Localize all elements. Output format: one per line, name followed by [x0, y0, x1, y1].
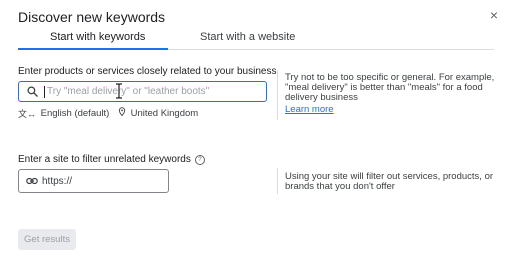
site-input-box[interactable]: [18, 169, 169, 193]
site-label: Enter a site to filter unrelated keyword…: [18, 154, 191, 165]
help-icon[interactable]: ?: [194, 155, 205, 165]
keywords-input[interactable]: [47, 83, 257, 100]
link-icon: [26, 177, 38, 185]
keywords-input-box[interactable]: [18, 81, 267, 102]
dialog-title: Discover new keywords: [18, 9, 166, 25]
location-value[interactable]: United Kingdom: [131, 108, 199, 119]
text-cursor-icon: [116, 83, 122, 99]
language-value[interactable]: English (default): [41, 108, 110, 119]
divider: [277, 168, 278, 194]
divider: [277, 70, 278, 120]
keywords-label: Enter products or services closely relat…: [18, 66, 277, 77]
get-results-button[interactable]: Get results: [18, 229, 76, 250]
tab-bar: Start with keywords Start with a website: [18, 27, 494, 50]
active-tab-indicator: [18, 48, 168, 50]
site-label-row: Enter a site to filter unrelated keyword…: [18, 154, 205, 165]
discover-keywords-dialog: Discover new keywords × Start with keywo…: [0, 0, 512, 258]
tab-start-with-website[interactable]: Start with a website: [200, 31, 295, 43]
location-pin-icon: [118, 107, 126, 117]
learn-more-link[interactable]: Learn more: [285, 104, 334, 115]
language-location-row: 文↔ English (default) United Kingdom: [18, 107, 198, 120]
close-icon[interactable]: ×: [490, 7, 498, 23]
keywords-hint: Try not to be too specific or general. F…: [285, 72, 495, 103]
text-caret: [44, 86, 45, 98]
translate-icon: 文↔: [18, 109, 37, 119]
tab-start-with-keywords[interactable]: Start with keywords: [50, 31, 145, 43]
search-icon: [27, 86, 38, 97]
site-input[interactable]: [42, 173, 162, 189]
site-hint: Using your site will filter out services…: [285, 171, 494, 192]
